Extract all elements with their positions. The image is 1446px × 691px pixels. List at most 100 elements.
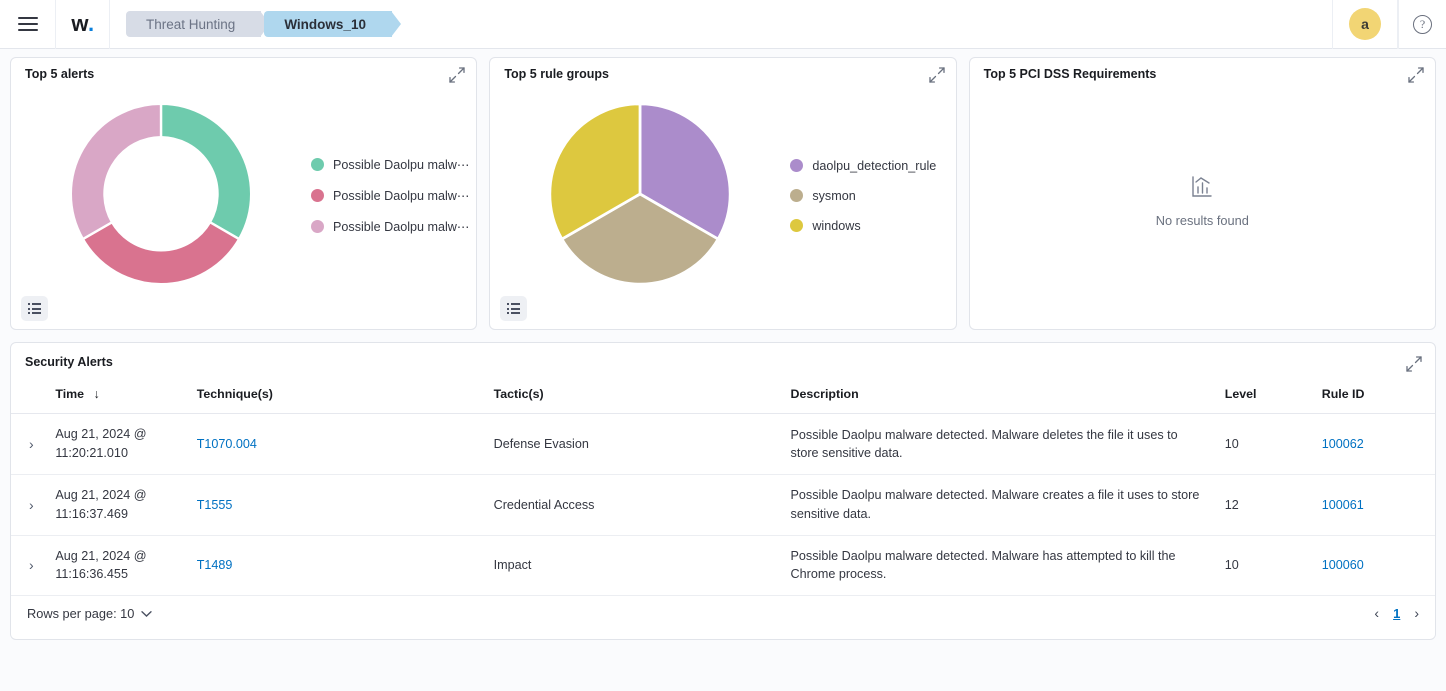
technique-link[interactable]: T1070.004 (197, 437, 257, 451)
legend-item[interactable]: daolpu_detection_rule (790, 159, 936, 173)
column-header-label: Description (791, 387, 859, 401)
time-line-1: Aug 21, 2024 @ (55, 425, 180, 444)
column-header-label: Technique(s) (197, 387, 273, 401)
rows-per-page-selector[interactable]: Rows per page: 10 (27, 606, 152, 621)
legend-label: sysmon (812, 189, 855, 203)
legend-item[interactable]: Possible Daolpu malw⋯ (311, 219, 470, 234)
list-view-icon-button[interactable] (21, 296, 48, 321)
row-expand-button[interactable]: › (11, 414, 47, 475)
panel-security-alerts: Security Alerts Time ↓ Technique(s) Tact… (10, 342, 1436, 640)
list-view-icon-button[interactable] (500, 296, 527, 321)
legend-color-dot (790, 219, 803, 232)
column-header-tactics[interactable]: Tactic(s) (486, 369, 783, 414)
legend-label: Possible Daolpu malw⋯ (333, 157, 470, 172)
chevron-down-icon (141, 606, 152, 621)
column-header-time[interactable]: Time ↓ (47, 369, 188, 414)
security-alerts-table: Time ↓ Technique(s) Tactic(s) Descriptio… (11, 369, 1435, 596)
next-page-button[interactable]: › (1414, 605, 1419, 621)
rows-per-page-label: Rows per page: 10 (27, 606, 134, 621)
sort-down-icon: ↓ (88, 387, 100, 401)
app-header: w. Threat Hunting Windows_10 a ? (0, 0, 1446, 49)
time-line-2: 11:20:21.010 (55, 444, 180, 463)
donut-slice-3 (71, 103, 161, 238)
chevron-right-icon: › (19, 436, 34, 452)
table-header-row: Time ↓ Technique(s) Tactic(s) Descriptio… (11, 369, 1435, 414)
hamburger-menu-icon (18, 17, 38, 31)
cell-time: Aug 21, 2024 @ 11:16:37.469 (47, 474, 188, 535)
legend-label: daolpu_detection_rule (812, 159, 936, 173)
panel-top-5-alerts: Top 5 alerts (10, 57, 477, 330)
avatar-button[interactable]: a (1332, 0, 1398, 49)
empty-state: No results found (970, 81, 1435, 321)
column-header-level[interactable]: Level (1217, 369, 1314, 414)
cell-technique: T1555 (189, 474, 486, 535)
technique-link[interactable]: T1555 (197, 498, 233, 512)
help-button[interactable]: ? (1398, 0, 1446, 49)
app-logo[interactable]: w. (56, 0, 110, 49)
column-header-label: Level (1225, 387, 1257, 401)
bar-chart-icon (1189, 174, 1215, 205)
time-line-1: Aug 21, 2024 @ (55, 547, 180, 566)
donut-slice-2 (83, 222, 239, 284)
expand-icon[interactable] (448, 66, 466, 84)
time-line-1: Aug 21, 2024 @ (55, 486, 180, 505)
cell-level: 10 (1217, 414, 1314, 475)
logo-text: w (71, 11, 88, 37)
legend-item[interactable]: Possible Daolpu malw⋯ (311, 157, 470, 172)
panel-top-5-pci-dss-requirements: Top 5 PCI DSS Requirements No results fo… (969, 57, 1436, 330)
table-row[interactable]: › Aug 21, 2024 @ 11:20:21.010 T1070.004 … (11, 414, 1435, 475)
legend-label: Possible Daolpu malw⋯ (333, 188, 470, 203)
logo-dot-icon: . (88, 11, 94, 37)
column-header-rule-id[interactable]: Rule ID (1314, 369, 1435, 414)
column-header-techniques[interactable]: Technique(s) (189, 369, 486, 414)
cell-rule-id: 100062 (1314, 414, 1435, 475)
header-right-group: a ? (1332, 0, 1446, 49)
breadcrumb-item-windows-10[interactable]: Windows_10 (264, 11, 392, 37)
row-expand-button[interactable]: › (11, 474, 47, 535)
table-footer: Rows per page: 10 ‹ 1 › (11, 587, 1435, 639)
legend-label: Possible Daolpu malw⋯ (333, 219, 470, 234)
avatar: a (1349, 8, 1381, 40)
expand-icon[interactable] (1405, 355, 1423, 373)
panel-title: Top 5 PCI DSS Requirements (970, 58, 1435, 81)
table-body: › Aug 21, 2024 @ 11:20:21.010 T1070.004 … (11, 414, 1435, 596)
cell-description: Possible Daolpu malware detected. Malwar… (783, 414, 1217, 475)
rule-id-link[interactable]: 100061 (1322, 498, 1364, 512)
expand-icon[interactable] (928, 66, 946, 84)
menu-toggle-button[interactable] (0, 0, 56, 49)
pie-chart[interactable] (490, 96, 790, 292)
pie-chart-svg (542, 96, 738, 292)
legend-item[interactable]: windows (790, 219, 936, 233)
rule-id-link[interactable]: 100060 (1322, 558, 1364, 572)
cell-level: 12 (1217, 474, 1314, 535)
column-header-description[interactable]: Description (783, 369, 1217, 414)
technique-link[interactable]: T1489 (197, 558, 233, 572)
donut-chart-legend: Possible Daolpu malw⋯ Possible Daolpu ma… (311, 153, 470, 234)
pie-chart-area: daolpu_detection_rule sysmon windows (490, 81, 955, 306)
expand-icon[interactable] (1407, 66, 1425, 84)
rule-id-link[interactable]: 100062 (1322, 437, 1364, 451)
legend-item[interactable]: sysmon (790, 189, 936, 203)
page-number-1[interactable]: 1 (1393, 606, 1400, 621)
table-row[interactable]: › Aug 21, 2024 @ 11:16:37.469 T1555 Cred… (11, 474, 1435, 535)
list-view-icon (507, 303, 520, 314)
cell-tactic: Defense Evasion (486, 414, 783, 475)
legend-color-dot (790, 189, 803, 202)
donut-chart[interactable] (11, 96, 311, 292)
cell-description: Possible Daolpu malware detected. Malwar… (783, 474, 1217, 535)
cell-tactic: Credential Access (486, 474, 783, 535)
column-header-label: Tactic(s) (494, 387, 544, 401)
chevron-right-icon: › (19, 497, 34, 513)
dashboard-panels: Top 5 alerts (0, 49, 1446, 330)
breadcrumb-label: Windows_10 (284, 17, 366, 32)
pagination: ‹ 1 › (1374, 605, 1419, 621)
column-header-label: Time (55, 387, 84, 401)
legend-label: windows (812, 219, 860, 233)
breadcrumb-item-threat-hunting[interactable]: Threat Hunting (126, 11, 261, 37)
time-line-2: 11:16:36.455 (55, 565, 180, 584)
panel-title: Top 5 alerts (11, 58, 476, 81)
legend-item[interactable]: Possible Daolpu malw⋯ (311, 188, 470, 203)
column-header-label: Rule ID (1322, 387, 1365, 401)
previous-page-button[interactable]: ‹ (1374, 605, 1379, 621)
donut-chart-area: Possible Daolpu malw⋯ Possible Daolpu ma… (11, 81, 476, 306)
